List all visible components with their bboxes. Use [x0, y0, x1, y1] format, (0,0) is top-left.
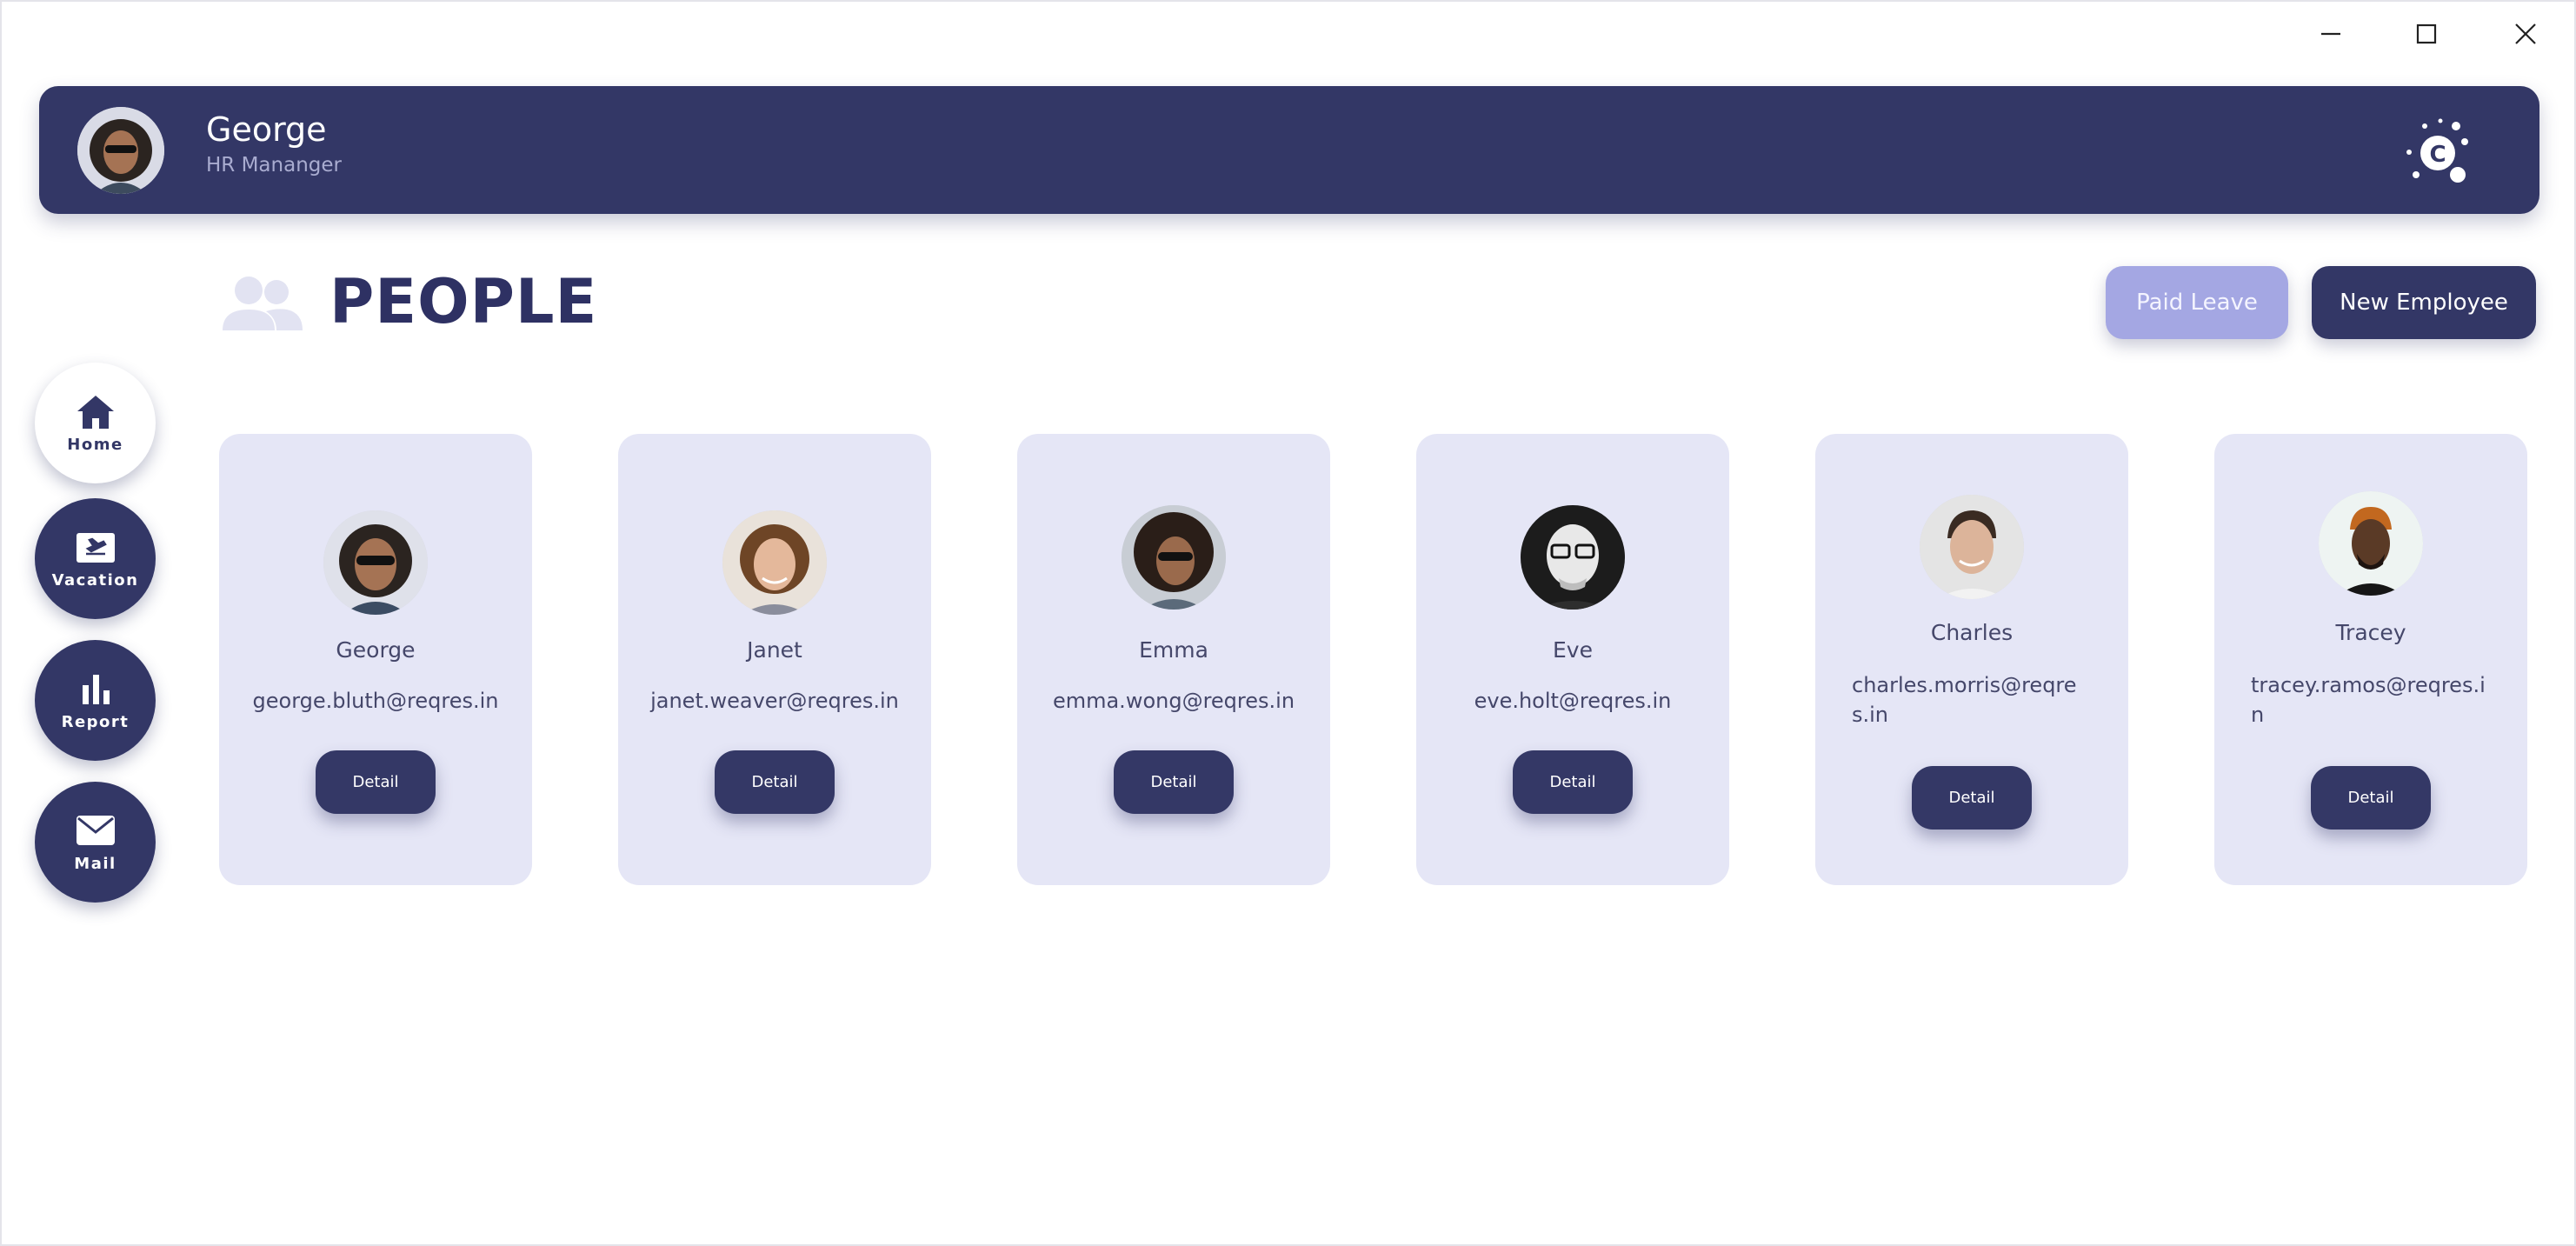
employee-name: Emma — [1139, 637, 1208, 663]
detail-button[interactable]: Detail — [1513, 750, 1633, 814]
nav-mail-label: Mail — [74, 855, 116, 873]
minimize-button[interactable] — [2292, 10, 2370, 57]
employee-card: Charles charles.morris@reqres.in Detail — [1815, 434, 2128, 885]
detail-button[interactable]: Detail — [316, 750, 436, 814]
user-role: HR Mananger — [206, 154, 342, 177]
nav-home-button[interactable]: Home — [35, 363, 156, 483]
bar-chart-icon — [82, 675, 110, 704]
maximize-icon — [2416, 23, 2437, 44]
employee-name: Eve — [1553, 637, 1593, 663]
detail-button[interactable]: Detail — [1114, 750, 1234, 814]
employee-avatar — [323, 510, 428, 615]
user-name: George — [206, 110, 327, 149]
employee-email: janet.weaver@reqres.in — [650, 689, 899, 713]
employee-avatar — [722, 510, 827, 615]
employee-email: emma.wong@reqres.in — [1052, 689, 1295, 713]
employee-card: George george.bluth@reqres.in Detail — [219, 434, 532, 885]
detail-button[interactable]: Detail — [2311, 766, 2431, 830]
employee-email: george.bluth@reqres.in — [252, 689, 499, 713]
nav-mail-button[interactable]: Mail — [35, 782, 156, 903]
user-avatar[interactable] — [77, 107, 164, 194]
employee-name: George — [336, 637, 416, 663]
app-window: George HR Mananger C PEOPLE Paid Leave N… — [0, 0, 2576, 1246]
new-employee-button[interactable]: New Employee — [2312, 266, 2536, 339]
close-button[interactable] — [2486, 10, 2565, 57]
close-icon — [2515, 23, 2536, 44]
employee-card: Tracey tracey.ramos@reqres.in Detail — [2214, 434, 2527, 885]
employee-email: eve.holt@reqres.in — [1474, 689, 1672, 713]
people-icon — [223, 277, 303, 330]
maximize-button[interactable] — [2387, 10, 2466, 57]
paid-leave-button[interactable]: Paid Leave — [2106, 266, 2288, 339]
employee-avatar — [2319, 491, 2423, 596]
airplane-ticket-icon — [76, 533, 115, 563]
employee-name: Tracey — [2335, 620, 2406, 645]
employee-card: Eve eve.holt@reqres.in Detail — [1416, 434, 1729, 885]
employee-name: Janet — [747, 637, 802, 663]
detail-button[interactable]: Detail — [715, 750, 835, 814]
nav-report-label: Report — [61, 713, 130, 731]
nav-vacation-label: Vacation — [51, 571, 139, 590]
employee-card: Janet janet.weaver@reqres.in Detail — [618, 434, 931, 885]
mail-icon — [76, 816, 115, 845]
header-bar: George HR Mananger C — [39, 86, 2539, 214]
app-logo-icon: C — [2406, 118, 2468, 183]
page-title: PEOPLE — [329, 266, 598, 337]
employee-email: charles.morris@reqres.in — [1852, 673, 2077, 727]
nav-report-button[interactable]: Report — [35, 640, 156, 761]
employee-name: Charles — [1930, 620, 2014, 645]
employee-email: tracey.ramos@reqres.in — [2251, 673, 2486, 727]
employee-card: Emma emma.wong@reqres.in Detail — [1017, 434, 1330, 885]
employee-avatar — [1920, 495, 2024, 599]
nav-home-label: Home — [67, 436, 123, 454]
nav-vacation-button[interactable]: Vacation — [35, 498, 156, 619]
home-icon — [77, 396, 114, 429]
svg-text:C: C — [2429, 142, 2446, 168]
employee-avatar — [1122, 505, 1226, 610]
employee-avatar — [1521, 505, 1625, 610]
detail-button[interactable]: Detail — [1912, 766, 2032, 830]
minimize-icon — [2321, 32, 2340, 36]
